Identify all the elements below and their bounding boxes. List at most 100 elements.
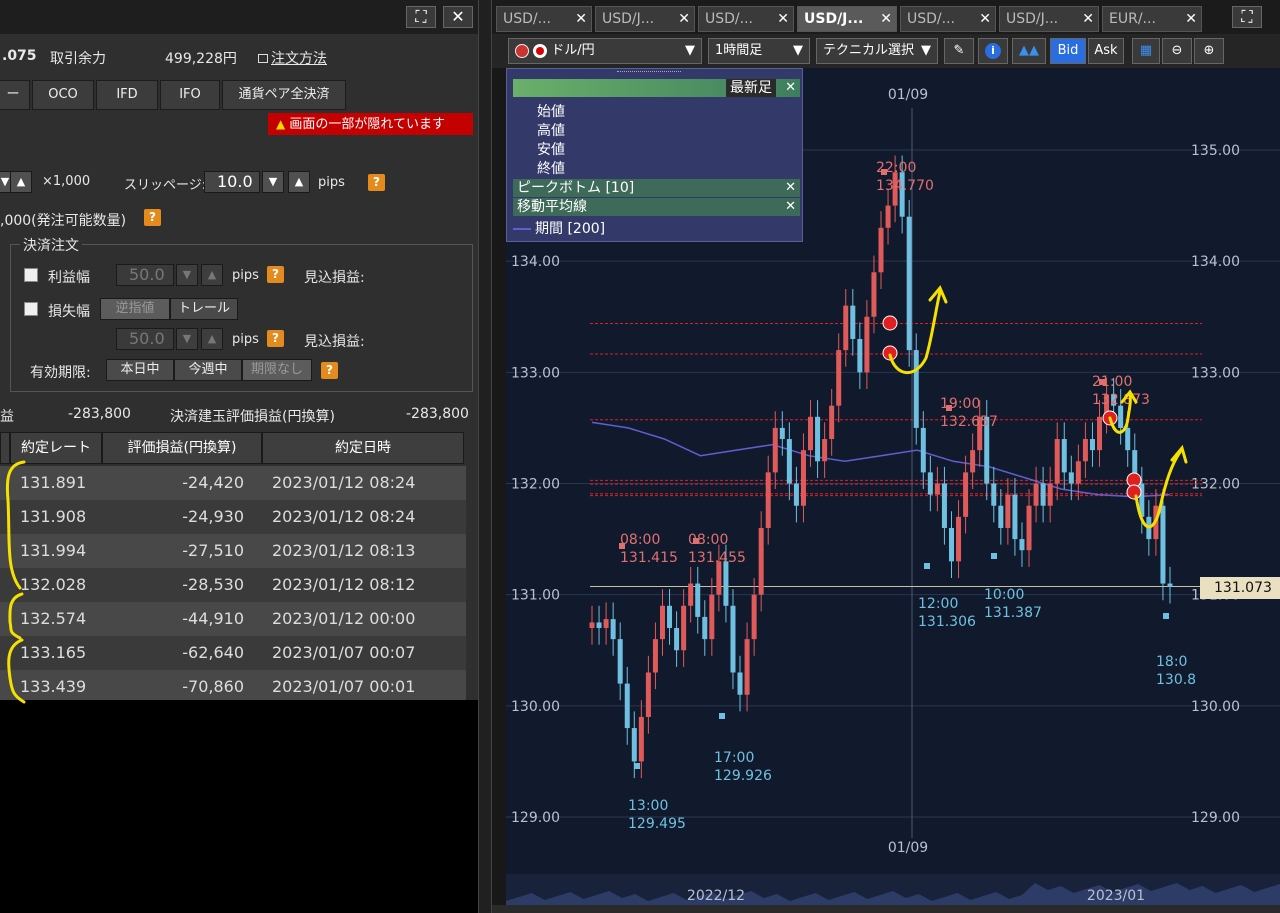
- pair-tab-5[interactable]: USD/J... ✕: [999, 6, 1099, 32]
- close-icon[interactable]: ✕: [785, 79, 796, 97]
- stop-mode-trail[interactable]: トレール: [170, 298, 238, 320]
- stop-loss-input[interactable]: 50.0: [116, 328, 174, 350]
- close-icon[interactable]: ✕: [880, 7, 892, 31]
- pair-tab-2[interactable]: USD/... ✕: [698, 6, 794, 32]
- maximize-button[interactable]: ⛶: [406, 6, 436, 28]
- order-type-tab-close-all[interactable]: 通貨ペア全決済: [222, 80, 346, 110]
- candle-body: [1033, 483, 1039, 506]
- stop-loss-help-icon[interactable]: ?: [267, 330, 284, 347]
- table-row[interactable]: 131.994 -27,510 2023/01/12 08:13: [0, 534, 466, 568]
- peak-bottom-row[interactable]: ピークボトム [10] ✕: [513, 179, 800, 197]
- close-button[interactable]: ✕: [443, 6, 473, 28]
- candle-body: [589, 622, 595, 629]
- close-icon[interactable]: ✕: [1082, 7, 1094, 31]
- expiry-none[interactable]: 期限なし: [242, 359, 312, 381]
- x-tick-label-bottom: 01/09: [888, 840, 928, 856]
- pair-tab-0[interactable]: USD/... ✕: [496, 6, 592, 32]
- quantity-help-icon[interactable]: ?: [144, 209, 161, 226]
- close-icon[interactable]: ✕: [777, 7, 789, 31]
- order-type-tab-ifd[interactable]: IFD: [96, 80, 158, 110]
- table-row[interactable]: 132.028 -28,530 2023/01/12 08:12: [0, 568, 466, 602]
- pair-tab-1[interactable]: USD/J... ✕: [595, 6, 695, 32]
- pencil-icon[interactable]: ✎: [944, 38, 974, 64]
- chart-maximize-button[interactable]: ⛶: [1232, 6, 1262, 28]
- ohlc-open: 始値: [537, 104, 565, 120]
- grid-header-time[interactable]: 約定日時: [262, 432, 464, 464]
- pair-tab-6[interactable]: EUR/... ✕: [1102, 6, 1202, 32]
- cell-time: 2023/01/12 08:24: [272, 473, 416, 492]
- close-icon[interactable]: ✕: [979, 7, 991, 31]
- stop-mode-stop[interactable]: 逆指値: [100, 298, 170, 320]
- slippage-down-arrow[interactable]: ▼: [262, 171, 284, 193]
- candle-body: [610, 619, 616, 640]
- technical-select[interactable]: テクニカル選択 ▼: [816, 38, 938, 64]
- candle-body: [1005, 494, 1011, 528]
- pair-tab-3[interactable]: USD/J... ✕: [797, 6, 897, 32]
- grid-header-select[interactable]: [0, 432, 10, 464]
- expiry-help-icon[interactable]: ?: [321, 362, 338, 379]
- table-row[interactable]: 133.439 -70,860 2023/01/07 00:01: [0, 670, 466, 704]
- ask-button[interactable]: Ask: [1088, 38, 1124, 64]
- peak-bottom-price: 129.495: [628, 816, 686, 832]
- close-icon[interactable]: ✕: [785, 179, 796, 197]
- lot-up-arrow[interactable]: ▲: [10, 171, 32, 193]
- grid-header-pl[interactable]: 評価損益(円換算): [102, 432, 262, 464]
- stop-loss-up-arrow[interactable]: ▲: [201, 328, 223, 350]
- candle-body: [885, 205, 891, 228]
- current-price-tag: 131.073: [1200, 577, 1280, 599]
- slippage-input[interactable]: 10.0: [204, 171, 260, 193]
- take-profit-down-arrow[interactable]: ▼: [176, 264, 198, 286]
- panel-grip[interactable]: [617, 71, 681, 74]
- candle-body: [934, 483, 940, 495]
- pair-tab-label: USD/J...: [602, 11, 655, 27]
- candle-body: [723, 561, 729, 606]
- pair-select[interactable]: ドル/円 ▼: [508, 38, 702, 64]
- table-row[interactable]: 131.891 -24,420 2023/01/12 08:24: [0, 466, 466, 500]
- pair-tab-label: USD/...: [907, 11, 955, 27]
- bid-button[interactable]: Bid: [1050, 38, 1086, 64]
- candle-body: [737, 672, 743, 695]
- table-row[interactable]: 131.908 -24,930 2023/01/12 08:24: [0, 500, 466, 534]
- us-flag-icon: [515, 43, 529, 58]
- panel-splitter[interactable]: [478, 0, 492, 913]
- expiry-today[interactable]: 本日中: [106, 359, 174, 381]
- close-icon[interactable]: ✕: [678, 7, 690, 31]
- close-icon[interactable]: ✕: [1185, 7, 1197, 31]
- zoom-in-icon[interactable]: ⊕: [1194, 38, 1224, 64]
- candle-settings-icon[interactable]: ▦: [1132, 38, 1160, 64]
- area-chart-icon[interactable]: ▲▲: [1012, 38, 1046, 64]
- take-profit-input[interactable]: 50.0: [116, 264, 174, 286]
- take-profit-up-arrow[interactable]: ▲: [201, 264, 223, 286]
- cell-rate: 133.439: [20, 677, 87, 696]
- slippage-help-icon[interactable]: ?: [368, 174, 385, 191]
- grid-header-rate[interactable]: 約定レート: [10, 432, 102, 464]
- ma-row[interactable]: 移動平均線 ✕: [513, 198, 800, 216]
- order-type-tab-0[interactable]: ー: [0, 80, 30, 110]
- expiry-this-week[interactable]: 今週中: [174, 359, 242, 381]
- pl-value: -283,800: [68, 406, 131, 422]
- close-icon[interactable]: ✕: [575, 7, 587, 31]
- entry-point-marker: [882, 315, 898, 331]
- stop-loss-down-arrow[interactable]: ▼: [176, 328, 198, 350]
- candle-body: [815, 416, 821, 462]
- zoom-out-icon[interactable]: ⊖: [1162, 38, 1192, 64]
- latest-bar-row[interactable]: 最新足 ✕: [513, 79, 800, 97]
- order-type-tab-ifo[interactable]: IFO: [160, 80, 220, 110]
- table-row[interactable]: 133.165 -62,640 2023/01/07 00:07: [0, 636, 466, 670]
- take-profit-help-icon[interactable]: ?: [267, 266, 284, 283]
- candle-body: [758, 527, 764, 595]
- order-method-link[interactable]: 注文方法: [258, 48, 327, 68]
- navigator-label: 2022/12: [687, 888, 745, 904]
- take-profit-checkbox[interactable]: [24, 268, 38, 282]
- timeframe-select[interactable]: 1時間足 ▼: [708, 38, 810, 64]
- candle-body: [948, 527, 954, 562]
- slippage-up-arrow[interactable]: ▲: [288, 171, 310, 193]
- close-icon[interactable]: ✕: [785, 198, 796, 216]
- warning-banner: ▲ 画面の一部が隠れています: [268, 113, 473, 135]
- order-type-tab-oco[interactable]: OCO: [32, 80, 94, 110]
- peak-bottom-time: 08:00: [688, 532, 728, 548]
- pair-tab-4[interactable]: USD/... ✕: [900, 6, 996, 32]
- stop-loss-checkbox[interactable]: [24, 302, 38, 316]
- info-icon[interactable]: i: [978, 38, 1008, 64]
- table-row[interactable]: 132.574 -44,910 2023/01/12 00:00: [0, 602, 466, 636]
